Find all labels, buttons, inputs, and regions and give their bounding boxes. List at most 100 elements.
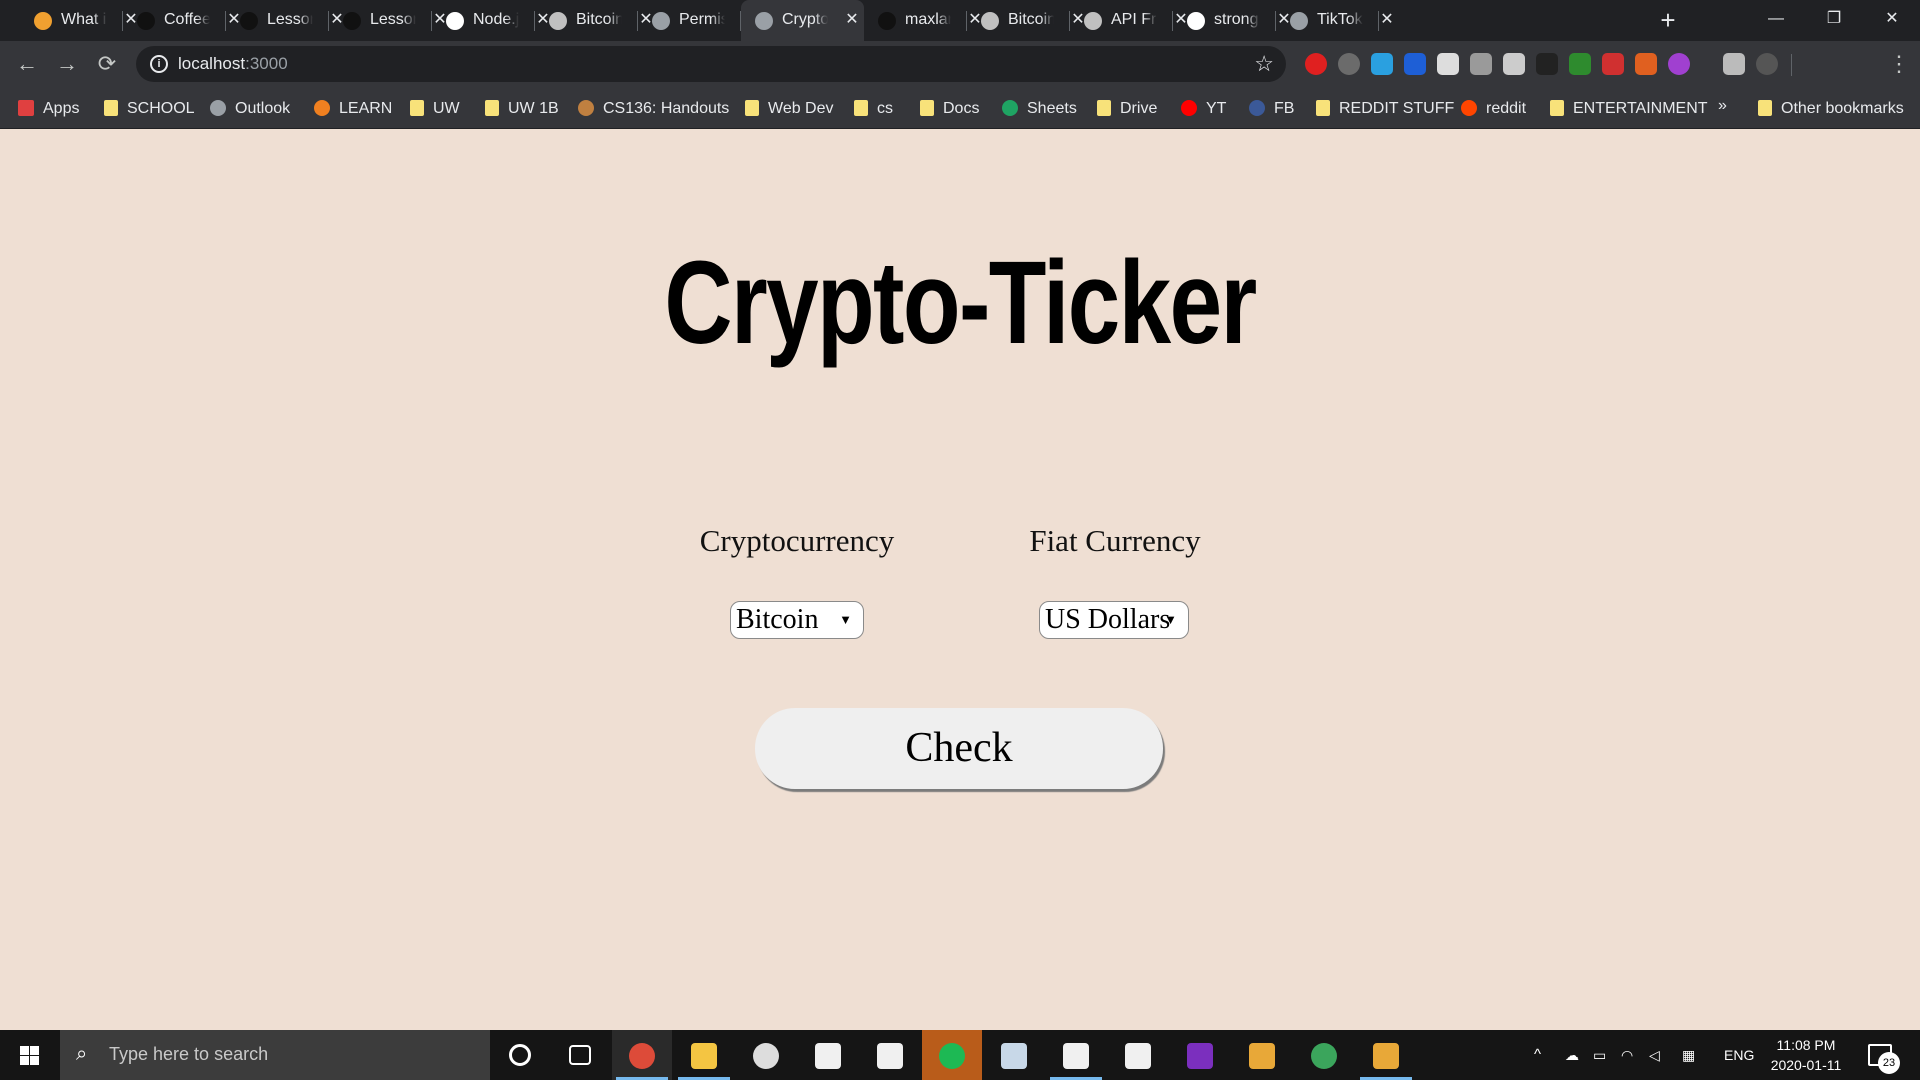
cortana-icon xyxy=(509,1044,531,1066)
toolbar-divider xyxy=(1791,54,1792,76)
store-taskbar-button[interactable] xyxy=(798,1030,858,1080)
other-bookmarks-folder[interactable]: Other bookmarks xyxy=(1758,98,1904,120)
bookmark-reddit-stuff[interactable]: REDDIT STUFF xyxy=(1316,98,1454,120)
bookmark-apps[interactable]: Apps xyxy=(18,98,79,120)
minimize-button[interactable]: — xyxy=(1748,0,1804,41)
chrome-taskbar-button[interactable] xyxy=(612,1030,672,1080)
volume-icon[interactable]: ◁ xyxy=(1649,1030,1660,1080)
bookmark-star-icon[interactable]: ☆ xyxy=(1254,51,1274,77)
bookmark-cs[interactable]: cs xyxy=(854,98,893,120)
bookmark-label: LEARN xyxy=(339,100,393,117)
media-icon[interactable] xyxy=(1723,53,1745,75)
language-indicator[interactable]: ENG xyxy=(1724,1030,1754,1080)
bookmark-label: UW 1B xyxy=(508,100,559,117)
bookmarks-overflow-button[interactable]: » xyxy=(1718,97,1727,115)
taskbar-search-box[interactable]: ⌕ Type here to search xyxy=(60,1030,490,1080)
window-icon[interactable] xyxy=(1371,53,1393,75)
tab-10[interactable]: Bitcoin ✕ xyxy=(967,0,1085,41)
new-tab-button[interactable]: + xyxy=(1654,6,1682,34)
check-button[interactable]: Check xyxy=(755,708,1163,789)
onenote-taskbar-button[interactable] xyxy=(1170,1030,1230,1080)
tab-11[interactable]: API Fre✕ xyxy=(1070,0,1188,41)
close-tab-icon[interactable]: ✕ xyxy=(842,10,862,30)
security-taskbar-button[interactable] xyxy=(1108,1030,1168,1080)
close-tab-icon[interactable]: ✕ xyxy=(1377,10,1397,30)
bookmark-docs[interactable]: Docs xyxy=(920,98,979,120)
tab-2[interactable]: Coffee ✕ xyxy=(123,0,241,41)
extension-gray-icon[interactable] xyxy=(1338,53,1360,75)
reload-button[interactable]: ⟳ xyxy=(92,49,122,79)
tab-9[interactable]: maxlan✕ xyxy=(864,0,982,41)
bookmark-school[interactable]: SCHOOL xyxy=(104,98,195,120)
tab-3[interactable]: Lesson✕ xyxy=(226,0,344,41)
tab-4[interactable]: Lesson✕ xyxy=(329,0,447,41)
tab-5[interactable]: Node.js✕ xyxy=(432,0,550,41)
start-button[interactable] xyxy=(0,1030,60,1080)
browser-menu-button[interactable]: ⋮ xyxy=(1884,49,1914,79)
spotify-taskbar-button[interactable] xyxy=(922,1030,982,1080)
malwarebytes-icon[interactable] xyxy=(1404,53,1426,75)
restore-button[interactable]: ❐ xyxy=(1806,0,1862,41)
fonts-icon[interactable] xyxy=(1437,53,1459,75)
close-window-button[interactable]: ✕ xyxy=(1864,0,1920,41)
bookmark-fb[interactable]: FB xyxy=(1249,98,1294,120)
atom-icon xyxy=(1311,1043,1337,1069)
atom-taskbar-button[interactable] xyxy=(1294,1030,1354,1080)
git-taskbar-button[interactable] xyxy=(1232,1030,1292,1080)
bookmark-entertainment[interactable]: ENTERTAINMENT xyxy=(1550,98,1708,120)
pen-icon[interactable] xyxy=(1503,53,1525,75)
task-view-taskbar-button[interactable] xyxy=(550,1030,610,1080)
keyboard-icon[interactable]: ▦ xyxy=(1682,1030,1695,1080)
bookmark-outlook[interactable]: Outlook xyxy=(210,98,290,120)
headphones-icon[interactable] xyxy=(1668,53,1690,75)
bookmark-reddit[interactable]: reddit xyxy=(1461,98,1526,120)
folder-icon xyxy=(410,100,424,116)
notification-center-icon[interactable]: 23 xyxy=(1868,1044,1900,1074)
tab-1[interactable]: What is✕ xyxy=(20,0,138,41)
bookmark-label: Docs xyxy=(943,100,980,117)
bookmark-sheets[interactable]: Sheets xyxy=(1002,98,1077,120)
bookmark-web-dev[interactable]: Web Dev xyxy=(745,98,834,120)
bookmark-learn[interactable]: LEARN xyxy=(314,98,392,120)
wifi-icon[interactable]: ◠ xyxy=(1621,1030,1633,1080)
site-info-icon[interactable]: i xyxy=(150,55,168,73)
folder-icon xyxy=(485,100,499,116)
tab-7[interactable]: Permis✕ xyxy=(638,0,756,41)
git-gui-taskbar-button[interactable] xyxy=(1356,1030,1416,1080)
clock[interactable]: 11:08 PM 2020-01-11 xyxy=(1760,1035,1852,1075)
bookmark-drive[interactable]: Drive xyxy=(1097,98,1157,120)
mail-taskbar-button[interactable] xyxy=(860,1030,920,1080)
crypto-select[interactable]: Bitcoin ▼ xyxy=(730,601,864,639)
settings-taskbar-button[interactable] xyxy=(1046,1030,1106,1080)
bookmark-uw-1b[interactable]: UW 1B xyxy=(485,98,559,120)
file-explorer-taskbar-button[interactable] xyxy=(674,1030,734,1080)
tray-chevron-icon[interactable]: ^ xyxy=(1534,1030,1541,1080)
m-icon[interactable] xyxy=(1602,53,1624,75)
profile-avatar-icon[interactable] xyxy=(1756,53,1778,75)
battery-icon[interactable]: ▭ xyxy=(1593,1030,1606,1080)
bookmark-uw[interactable]: UW xyxy=(410,98,460,120)
dell-taskbar-button[interactable] xyxy=(736,1030,796,1080)
adblock-icon[interactable] xyxy=(1305,53,1327,75)
tree-icon[interactable] xyxy=(1569,53,1591,75)
tab-13[interactable]: TikTok ✕ xyxy=(1276,0,1394,41)
onedrive-icon[interactable]: ☁ xyxy=(1565,1030,1579,1080)
lamp-icon[interactable] xyxy=(1470,53,1492,75)
crypto-select-value: Bitcoin xyxy=(736,604,819,635)
forward-button[interactable]: → xyxy=(52,49,82,79)
tab-6[interactable]: Bitcoin ✕ xyxy=(535,0,653,41)
folder-icon xyxy=(920,100,934,116)
fiat-select[interactable]: US Dollars ▼ xyxy=(1039,601,1189,639)
speaker-icon[interactable] xyxy=(1635,53,1657,75)
photos-taskbar-button[interactable] xyxy=(984,1030,1044,1080)
tab-12[interactable]: strong ✕ xyxy=(1173,0,1291,41)
magnifier-icon[interactable] xyxy=(1536,53,1558,75)
tab-title: Coffee xyxy=(164,11,210,28)
search-icon: ⌕ xyxy=(76,1043,88,1065)
bookmark-cs136-handouts[interactable]: CS136: Handouts xyxy=(578,98,729,120)
back-button[interactable]: ← xyxy=(12,49,42,79)
cortana-taskbar-button[interactable] xyxy=(490,1030,550,1080)
bookmark-yt[interactable]: YT xyxy=(1181,98,1226,120)
tab-8[interactable]: Crypto ✕ xyxy=(741,0,864,41)
address-bar[interactable]: i localhost:3000 ☆ xyxy=(136,46,1286,82)
